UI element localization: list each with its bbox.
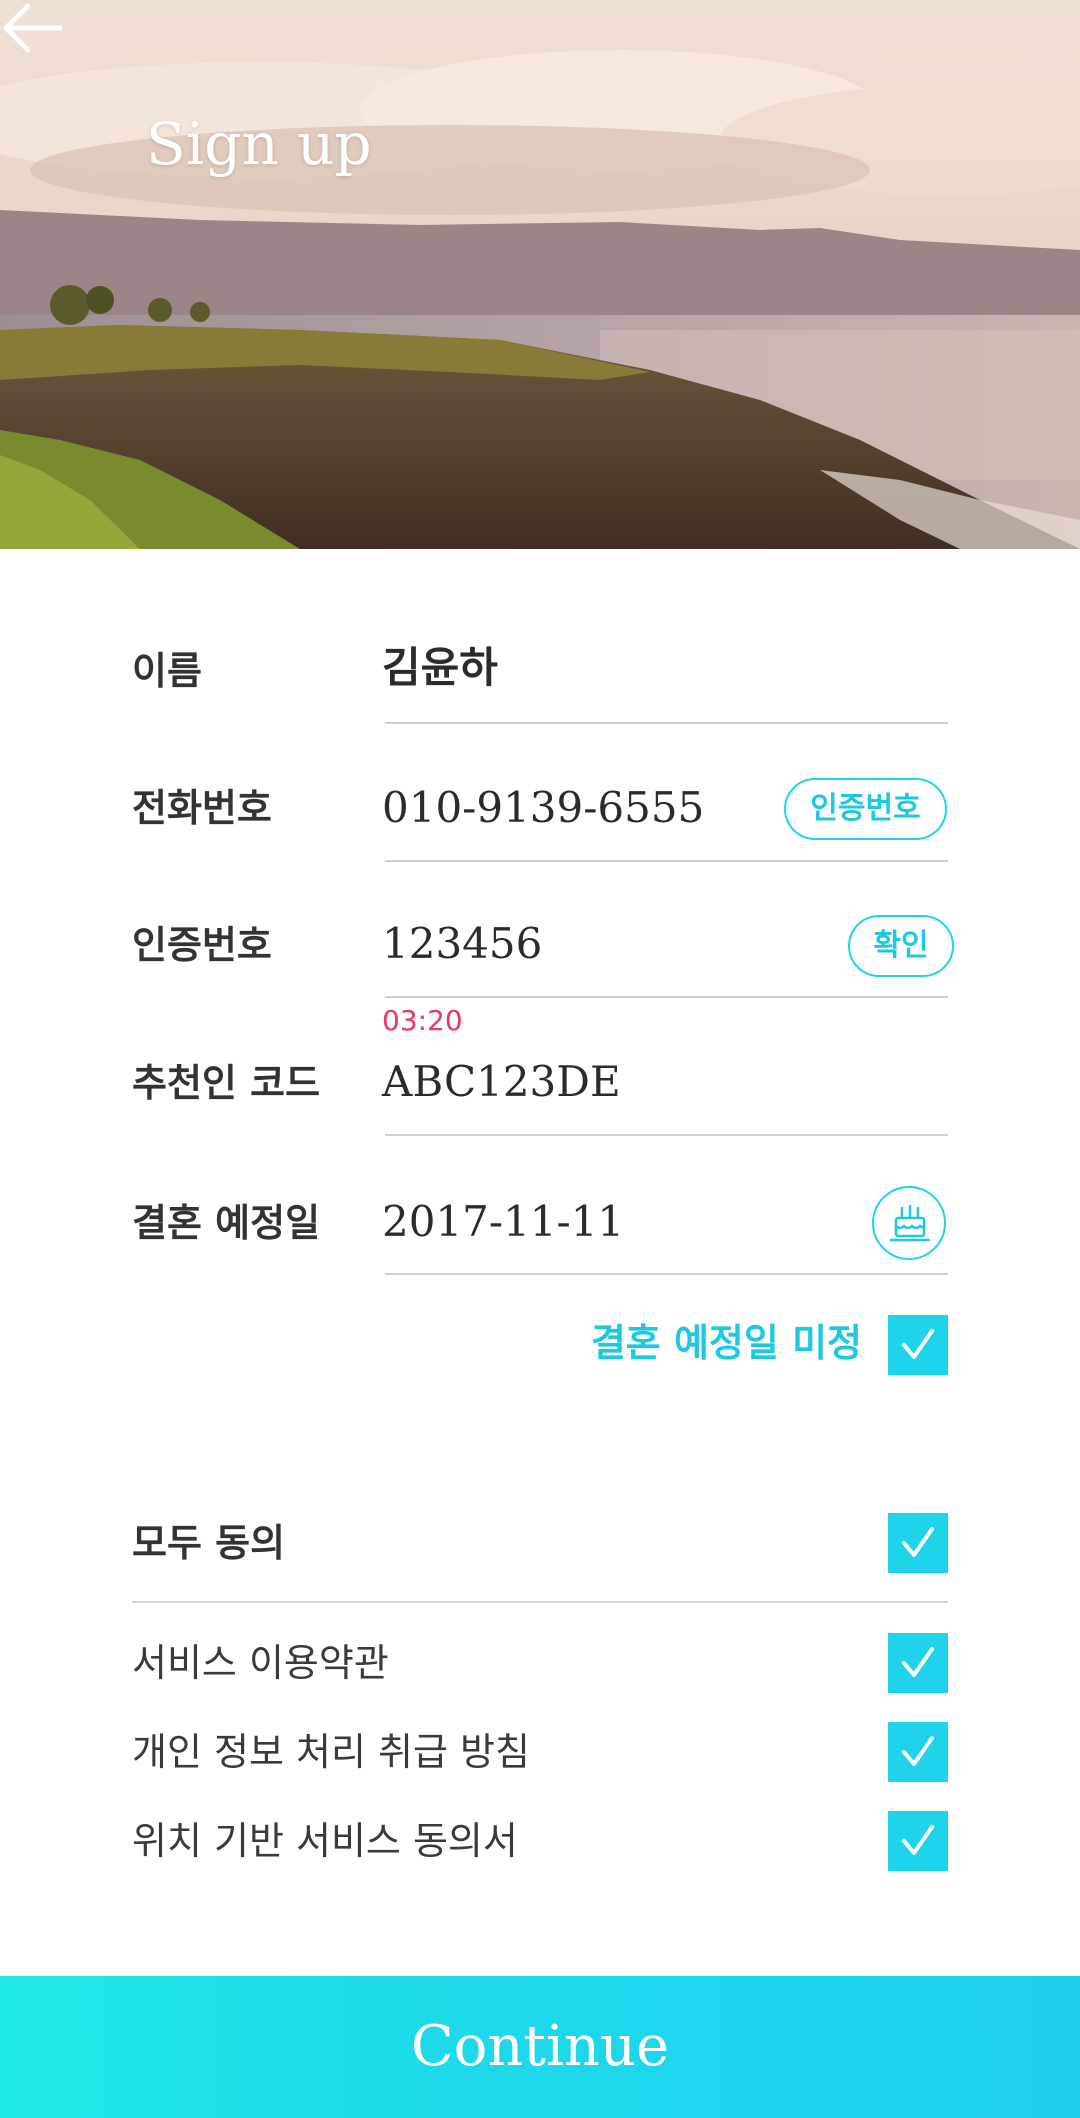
arrow-left-icon[interactable] <box>0 0 64 56</box>
request-code-button[interactable]: 인증번호 <box>784 778 947 840</box>
page-title: Sign up <box>146 110 372 178</box>
terms-of-service-checkbox[interactable] <box>888 1633 948 1693</box>
wedding-date-field[interactable]: 2017-11-11 <box>382 1194 624 1250</box>
phone-field[interactable]: 010-9139-6555 <box>382 780 704 836</box>
wedding-undecided-label: 결혼 예정일 미정 <box>590 1321 862 1365</box>
privacy-policy-checkbox[interactable] <box>888 1722 948 1782</box>
countdown-timer: 03:20 <box>382 1004 463 1037</box>
wedding-date-underline <box>385 1273 948 1275</box>
wedding-undecided-checkbox[interactable] <box>888 1315 948 1375</box>
terms-of-service-label: 서비스 이용약관 <box>132 1641 389 1685</box>
referral-underline <box>385 1134 948 1136</box>
verify-underline <box>385 996 948 998</box>
confirm-button[interactable]: 확인 <box>848 915 954 977</box>
check-icon <box>902 1647 934 1677</box>
privacy-policy-label: 개인 정보 처리 취급 방침 <box>132 1730 530 1774</box>
verify-code-field[interactable]: 123456 <box>382 916 542 972</box>
check-icon <box>902 1736 934 1766</box>
phone-underline <box>385 860 948 862</box>
check-icon <box>902 1527 934 1557</box>
location-consent-label: 위치 기반 서비스 동의서 <box>132 1819 518 1863</box>
check-icon <box>902 1825 934 1855</box>
name-field[interactable]: 김윤하 <box>382 640 498 696</box>
name-underline <box>385 722 948 724</box>
referral-label: 추천인 코드 <box>132 1061 321 1105</box>
agree-all-label: 모두 동의 <box>132 1521 286 1565</box>
continue-button[interactable]: Continue <box>0 1976 1080 2118</box>
referral-code-field[interactable]: ABC123DE <box>382 1054 621 1110</box>
location-consent-checkbox[interactable] <box>888 1811 948 1871</box>
date-picker-button[interactable] <box>872 1186 946 1260</box>
header-image: Sign up <box>0 0 1080 549</box>
check-icon <box>902 1329 934 1359</box>
name-label: 이름 <box>132 649 202 693</box>
landscape-illustration <box>0 0 1080 549</box>
wedding-date-label: 결혼 예정일 <box>132 1201 321 1245</box>
verify-label: 인증번호 <box>132 923 272 967</box>
phone-label: 전화번호 <box>132 786 272 830</box>
agree-all-checkbox[interactable] <box>888 1513 948 1573</box>
agreements-divider <box>132 1601 948 1603</box>
cake-icon <box>889 1204 931 1242</box>
